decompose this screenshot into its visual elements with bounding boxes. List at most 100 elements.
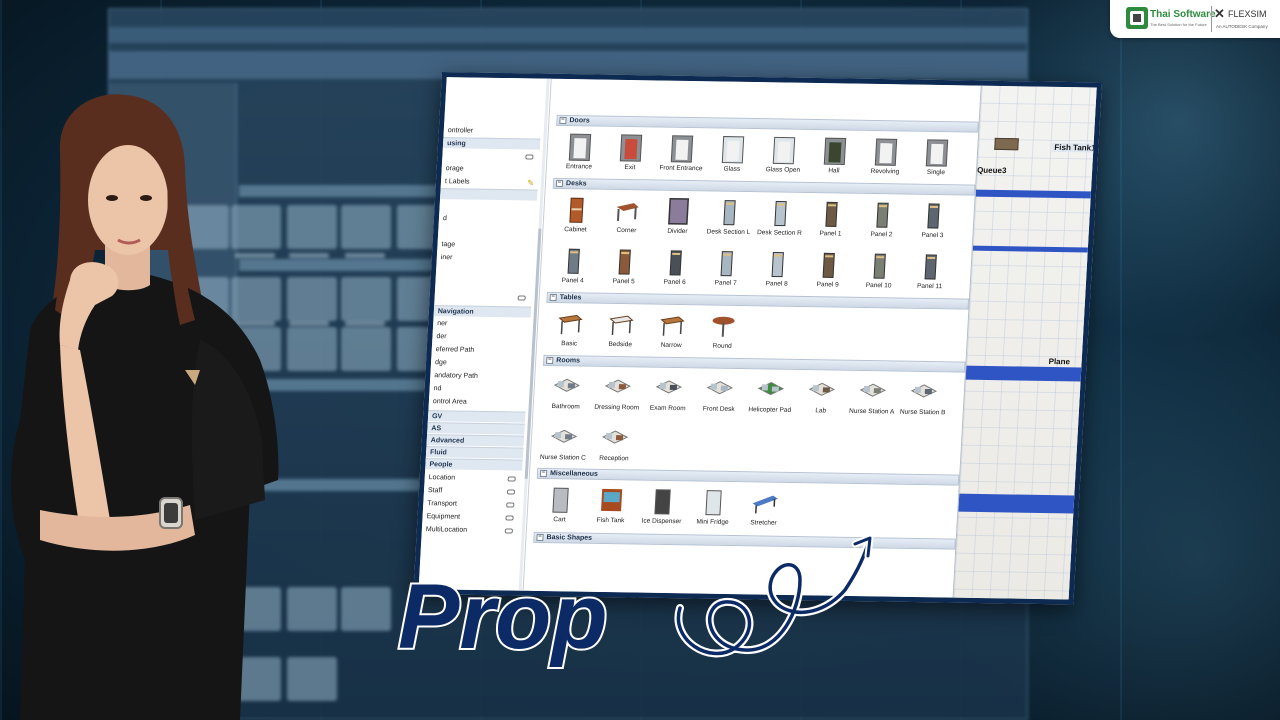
library-item-panel-9[interactable]: Panel 9	[802, 247, 855, 298]
sidebar-item-15[interactable]: ner	[433, 318, 531, 332]
library-item-lab[interactable]: Lab	[795, 373, 848, 424]
sidebar-item-7[interactable]: d	[439, 213, 537, 227]
sidebar-item-label: GV	[431, 413, 443, 421]
sidebar-category-22[interactable]: GV	[427, 410, 526, 423]
library-item-nurse-station-a[interactable]: Nurse Station A	[846, 374, 899, 425]
library-item-entrance[interactable]: Entrance	[553, 129, 606, 180]
toggle-icon[interactable]	[525, 154, 534, 160]
library-item-corner[interactable]: Corner	[601, 193, 654, 244]
sidebar-item-21[interactable]: ontrol Area	[429, 396, 527, 410]
toggle-icon[interactable]	[505, 515, 514, 521]
sidebar-category-5[interactable]	[440, 188, 538, 201]
sidebar-item-11[interactable]	[436, 265, 534, 279]
hall-icon	[820, 135, 850, 166]
library-item-exit[interactable]: Exit	[604, 130, 657, 181]
library-item-label: Front Desk	[702, 405, 735, 413]
sidebar-item-28[interactable]: Staff	[424, 485, 522, 499]
sidebar-item-30[interactable]: Equipment	[422, 511, 520, 525]
library-item-panel-3[interactable]: Panel 3	[907, 198, 960, 249]
sidebar-item-27[interactable]: Location	[424, 472, 522, 486]
sidebar-item-17[interactable]: eferred Path	[431, 344, 529, 358]
library-item-round[interactable]: Round	[696, 308, 749, 359]
library-item-panel-1[interactable]: Panel 1	[805, 196, 858, 247]
toggle-icon[interactable]	[507, 476, 516, 482]
collapse-icon[interactable]: −	[559, 116, 567, 125]
library-item-label: Bathroom	[551, 403, 580, 411]
library-item-bathroom[interactable]: Bathroom	[540, 369, 593, 420]
sidebar-item-8[interactable]	[438, 226, 536, 240]
sidebar-category-24[interactable]: Advanced	[426, 434, 525, 447]
library-item-dressing-room[interactable]: Dressing Room	[591, 370, 644, 421]
library-item-revolving[interactable]: Revolving	[859, 134, 912, 185]
sidebar-item-2[interactable]	[442, 150, 540, 164]
sidebar-item-16[interactable]: der	[432, 331, 530, 345]
library-item-cabinet[interactable]: Cabinet	[550, 192, 603, 243]
collapse-icon[interactable]: −	[539, 469, 548, 478]
library-item-divider[interactable]: Divider	[652, 194, 705, 245]
library-item-bedside[interactable]: Bedside	[594, 307, 647, 358]
library-item-panel-4[interactable]: Panel 4	[547, 243, 600, 294]
front-entrance-icon	[667, 133, 697, 163]
library-item-exam-room[interactable]: Exam Room	[642, 371, 695, 422]
sidebar-item-29[interactable]: Transport	[423, 498, 521, 512]
sidebar-item-label: der	[436, 333, 447, 341]
library-item-panel-2[interactable]: Panel 2	[856, 197, 909, 248]
nurse-station-b-icon	[909, 377, 939, 407]
library-item-panel-8[interactable]: Panel 8	[751, 246, 804, 297]
library-item-label: Exam Room	[649, 404, 686, 413]
stretcher-icon	[750, 487, 780, 517]
library-item-fish-tank[interactable]: Fish Tank	[585, 483, 638, 534]
library-item-panel-10[interactable]: Panel 10	[853, 248, 906, 299]
collapse-icon[interactable]: −	[536, 533, 544, 542]
library-item-nurse-station-c[interactable]: Nurse Station C	[537, 420, 590, 471]
library-item-narrow[interactable]: Narrow	[645, 308, 698, 359]
3d-fish-tank-object[interactable]	[994, 137, 1019, 151]
sidebar-item-20[interactable]: nd	[429, 383, 527, 397]
library-item-basic[interactable]: Basic	[543, 306, 596, 357]
library-item-helicopter-pad[interactable]: Helicopter Pad	[744, 372, 797, 423]
collapse-icon[interactable]: −	[549, 293, 557, 302]
library-item-stretcher[interactable]: Stretcher	[738, 485, 791, 536]
sidebar-category-1[interactable]: using	[442, 137, 541, 150]
library-item-glass-open[interactable]: Glass Open	[757, 132, 810, 183]
sidebar-category-26[interactable]: People	[425, 458, 523, 471]
sidebar-item-label: Location	[428, 474, 456, 482]
sidebar-item-18[interactable]: dge	[431, 357, 529, 371]
3d-label-queue: Queue3	[976, 165, 1007, 176]
library-item-nurse-station-b[interactable]: Nurse Station B	[897, 375, 950, 426]
library-item-desk-section-r[interactable]: Desk Section R	[754, 195, 807, 246]
sidebar-item-12[interactable]	[435, 278, 533, 292]
sidebar-item-10[interactable]: iner	[436, 252, 534, 266]
library-item-panel-6[interactable]: Panel 6	[649, 245, 702, 296]
library-item-hall[interactable]: Hall	[808, 133, 861, 184]
sidebar-item-19[interactable]: andatory Path	[430, 370, 528, 384]
sidebar-item-13[interactable]	[434, 291, 532, 305]
sidebar-category-23[interactable]: AS	[427, 422, 525, 435]
library-item-front-entrance[interactable]: Front Entrance	[655, 131, 708, 182]
sidebar-item-31[interactable]: MultiLocation	[421, 524, 519, 538]
flexsim-library-screenshot: ontroller using orage t Labels ✎ d tage iner Nav…	[413, 72, 1102, 605]
toggle-icon[interactable]	[517, 295, 526, 301]
library-item-panel-7[interactable]: Panel 7	[700, 245, 753, 296]
collapse-icon[interactable]: −	[546, 356, 554, 365]
collapse-icon[interactable]: −	[555, 179, 564, 188]
library-item-cart[interactable]: Cart	[534, 482, 587, 533]
library-item-single[interactable]: Single	[910, 135, 963, 186]
library-item-ice-dispenser[interactable]: Ice Dispenser	[636, 484, 689, 535]
sidebar-item-9[interactable]: tage	[437, 239, 535, 253]
library-item-desk-section-l[interactable]: Desk Section L	[703, 194, 756, 245]
toggle-icon[interactable]	[506, 489, 516, 495]
library-item-reception[interactable]: Reception	[588, 421, 641, 472]
library-item-panel-11[interactable]: Panel 11	[904, 249, 957, 300]
brand-logo: Thai Software The Best Solution for the …	[1110, 0, 1280, 38]
toggle-icon[interactable]	[504, 528, 513, 534]
sidebar-item-6[interactable]	[439, 200, 537, 214]
toggle-icon[interactable]	[506, 502, 515, 508]
sidebar-category-25[interactable]: Fluid	[425, 446, 524, 459]
library-item-panel-5[interactable]: Panel 5	[598, 244, 651, 295]
sidebar-category-14[interactable]: Navigation	[433, 305, 532, 318]
sidebar-item-3[interactable]: orage	[441, 163, 539, 177]
library-item-front-desk[interactable]: Front Desk	[693, 371, 746, 422]
library-item-glass[interactable]: Glass	[706, 131, 759, 182]
library-item-mini-fridge[interactable]: Mini Fridge	[687, 484, 740, 535]
